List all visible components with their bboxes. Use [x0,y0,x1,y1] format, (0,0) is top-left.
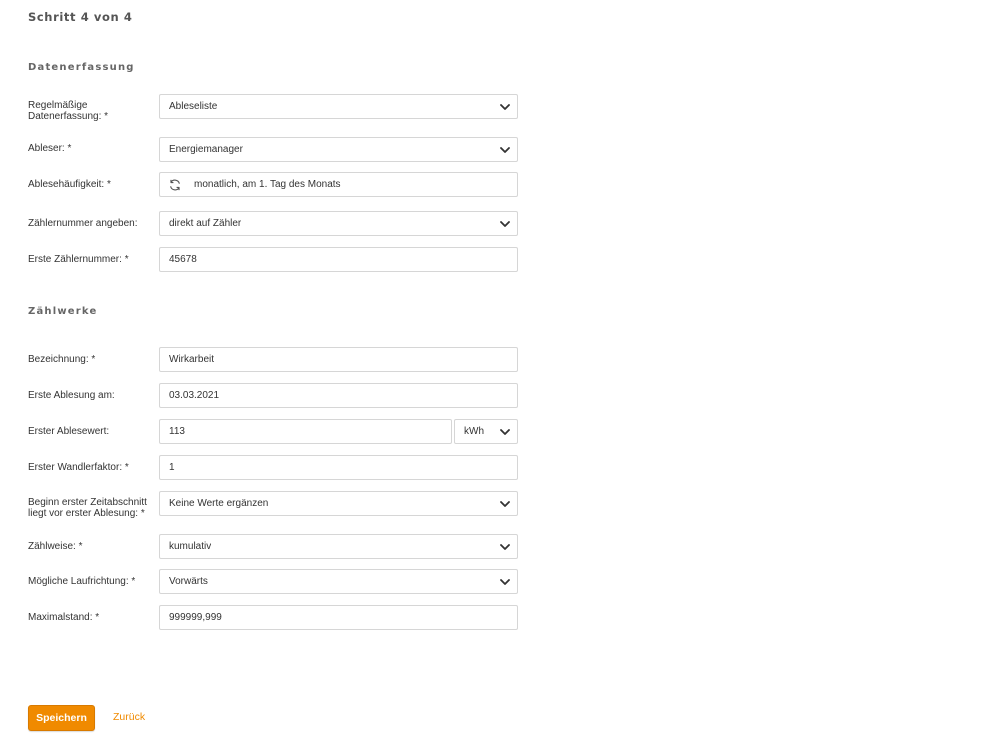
counting-mode-label: Zählweise: * [28,541,83,552]
first-meter-number-input[interactable]: 45678 [159,247,518,272]
step-title: Schritt 4 von 4 [28,10,133,24]
counting-mode-select[interactable]: kumulativ [159,534,518,559]
unit-select[interactable]: kWh [454,419,518,444]
meter-number-source-select[interactable]: direkt auf Zähler [159,211,518,236]
reader-select[interactable]: Energiemanager [159,137,518,162]
section-title-data-capture: Datenerfassung [28,62,135,73]
chevron-down-icon [500,501,510,507]
regular-capture-select[interactable]: Ableseliste [159,94,518,119]
form-page: Schritt 4 von 4 Datenerfassung Regelmäßi… [0,0,1000,739]
designation-label: Bezeichnung: * [28,354,96,365]
chevron-down-icon [500,104,510,110]
first-meter-number-label: Erste Zählernummer: * [28,254,129,265]
max-value-label: Maximalstand: * [28,612,100,623]
regular-capture-label: Regelmäßige Datenerfassung: * [28,100,109,122]
frequency-label: Ablesehäufigkeit: * [28,179,111,190]
period-start-label: Beginn erster Zeitabschnitt liegt vor er… [28,497,147,519]
meter-number-source-label: Zählernummer angeben: [28,218,138,229]
period-start-select[interactable]: Keine Werte ergänzen [159,491,518,516]
reader-label: Ableser: * [28,143,72,154]
transformer-factor-input[interactable]: 1 [159,455,518,480]
first-reading-date-label: Erste Ablesung am: [28,390,115,401]
transformer-factor-label: Erster Wandlerfaktor: * [28,462,129,473]
back-link[interactable]: Zurück [113,711,145,723]
designation-input[interactable]: Wirkarbeit [159,347,518,372]
frequency-field[interactable]: monatlich, am 1. Tag des Monats [159,172,518,197]
save-button[interactable]: Speichern [28,705,95,731]
chevron-down-icon [500,221,510,227]
first-reading-value-input[interactable]: 113 [159,419,452,444]
direction-select[interactable]: Vorwärts [159,569,518,594]
first-reading-date-input[interactable]: 03.03.2021 [159,383,518,408]
chevron-down-icon [500,579,510,585]
sync-icon [170,179,180,190]
chevron-down-icon [500,147,510,153]
section-title-registers: Zählwerke [28,306,98,317]
direction-label: Mögliche Laufrichtung: * [28,576,136,587]
first-reading-value-label: Erster Ablesewert: [28,426,110,437]
chevron-down-icon [500,544,510,550]
chevron-down-icon [500,429,510,435]
max-value-input[interactable]: 999999,999 [159,605,518,630]
